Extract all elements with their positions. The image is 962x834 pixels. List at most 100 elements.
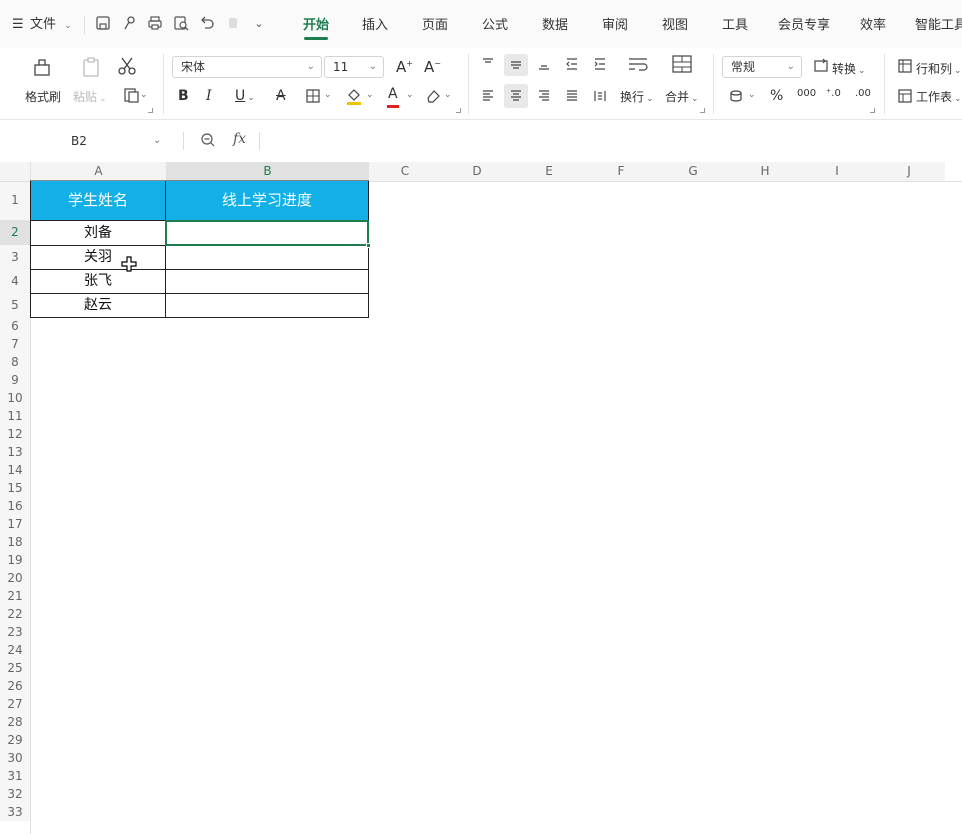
clipboard-expand-icon[interactable] [148,108,153,113]
tab-tools[interactable]: 工具 [722,16,748,36]
number-format-select[interactable]: 常规 ⌄ [722,56,802,78]
wrap-text-label: 换行 [620,90,645,104]
fill-color-icon[interactable] [344,86,364,106]
font-expand-icon[interactable] [456,108,461,113]
worksheet-icon[interactable] [896,88,914,106]
decrease-font-button[interactable]: A− [424,58,441,76]
wrap-text-button[interactable]: 换行 ⌄ [620,88,654,105]
tab-home[interactable]: 开始 [303,16,329,36]
merge-button[interactable]: 合并 ⌄ [665,88,699,105]
increase-decimal-icon[interactable]: ⁺.0 [826,88,841,99]
progress-cell[interactable] [166,294,368,317]
strikethrough-icon[interactable]: A [276,88,286,104]
currency-icon[interactable] [728,88,744,104]
zoom-formula-icon[interactable] [200,132,218,150]
align-middle-icon[interactable] [508,56,524,72]
tab-formula[interactable]: 公式 [482,16,508,36]
decrease-font-icon: A [424,58,435,76]
chevron-down-icon: ⌄ [99,94,107,104]
tab-member[interactable]: 会员专享 [778,16,830,36]
rows-cols-button[interactable]: 行和列 ⌄ [916,60,962,77]
name-cell[interactable]: 张飞 [31,270,165,293]
header-cell-student-name[interactable]: 学生姓名 [31,181,165,220]
convert-icon[interactable] [812,58,830,76]
convert-label: 转换 [832,62,857,76]
chevron-down-icon: ⌄ [247,93,255,103]
divider [163,54,164,114]
distributed-icon[interactable] [592,88,608,104]
border-icon[interactable] [304,88,322,106]
chevron-down-icon[interactable]: ⌄ [406,90,414,100]
justify-icon[interactable] [564,88,580,104]
paste-icon[interactable] [80,56,102,80]
italic-button[interactable]: I [206,88,212,104]
format-painter-icon[interactable] [30,56,54,80]
name-box[interactable]: B2 ⌄ [8,128,172,154]
tab-data[interactable]: 数据 [542,16,568,36]
percent-button[interactable]: % [770,88,783,104]
format-painter-label[interactable]: 格式刷 [25,88,61,105]
progress-cell[interactable] [166,270,368,293]
name-cell[interactable]: 关羽 [31,246,165,269]
divider [884,54,885,114]
underline-button[interactable]: U ⌄ [235,88,255,104]
undo-icon[interactable] [198,15,216,33]
align-bottom-icon[interactable] [536,56,552,72]
file-menu-label: 文件 [30,17,57,32]
formula-input[interactable] [266,128,956,154]
tab-insert[interactable]: 插入 [362,16,388,36]
align-left-icon[interactable] [480,88,496,104]
font-color-swatch [387,105,399,108]
formula-bar: B2 ⌄ fx [0,126,962,156]
name-cell[interactable]: 赵云 [31,294,165,317]
alignment-expand-icon[interactable] [700,108,705,113]
name-cell[interactable]: 刘备 [31,221,165,245]
tab-review[interactable]: 审阅 [602,16,628,36]
thousands-button[interactable]: 000 [797,88,816,99]
font-color-button[interactable]: A [388,86,398,102]
progress-cell[interactable] [166,246,368,269]
align-right-icon[interactable] [536,88,552,104]
rows-cols-icon[interactable] [896,58,914,76]
tab-page[interactable]: 页面 [422,16,448,36]
merge-cells-icon[interactable] [670,54,694,76]
worksheet-button[interactable]: 工作表 ⌄ [916,88,962,105]
paste-label[interactable]: 粘贴 ⌄ [73,88,107,105]
file-menu[interactable]: 文件 ⌄ [30,16,72,34]
redo-icon[interactable] [224,15,242,33]
share-icon[interactable] [120,15,138,33]
number-expand-icon[interactable] [870,108,875,113]
bold-button[interactable]: B [178,88,189,104]
chevron-down-icon[interactable]: ⌄ [748,90,756,100]
wrap-text-icon[interactable] [626,56,650,74]
chevron-down-icon: ⌄ [786,61,795,72]
tab-view[interactable]: 视图 [662,16,688,36]
chevron-down-icon[interactable]: ⌄ [250,15,268,33]
cut-icon[interactable] [116,56,138,78]
chevron-down-icon[interactable]: ⌄ [366,90,374,100]
tab-smart-tools[interactable]: 智能工具 [915,16,962,36]
header-cell-progress[interactable]: 线上学习进度 [166,181,368,220]
increase-font-button[interactable]: A+ [396,58,413,76]
decrease-indent-icon[interactable] [564,56,580,72]
spreadsheet-grid: ABCDEFGHIJ 1 2 3 4 5 6 7 8 9 10 11 12 13 14 15 16 17 18 19… [0,162,962,834]
save-icon[interactable] [94,15,112,33]
align-top-icon[interactable] [480,56,496,72]
convert-button[interactable]: 转换 ⌄ [832,60,866,77]
font-name-select[interactable]: 宋体 ⌄ [172,56,322,78]
chevron-down-icon[interactable]: ⌄ [140,90,148,100]
font-size-select[interactable]: 11 ⌄ [324,56,384,78]
fill-handle[interactable] [366,243,371,248]
eraser-icon[interactable] [424,88,442,106]
hamburger-icon[interactable]: ☰ [12,16,24,34]
decrease-decimal-icon[interactable]: .00 [855,88,871,99]
function-button[interactable]: fx [233,131,246,147]
print-preview-icon[interactable] [172,15,190,33]
chevron-down-icon[interactable]: ⌄ [444,90,452,100]
tab-efficiency[interactable]: 效率 [860,16,886,36]
print-icon[interactable] [146,15,164,33]
increase-indent-icon[interactable] [592,56,608,72]
chevron-down-icon[interactable]: ⌄ [324,90,332,100]
chevron-down-icon: ⌄ [954,66,962,76]
align-center-icon[interactable] [508,88,524,104]
